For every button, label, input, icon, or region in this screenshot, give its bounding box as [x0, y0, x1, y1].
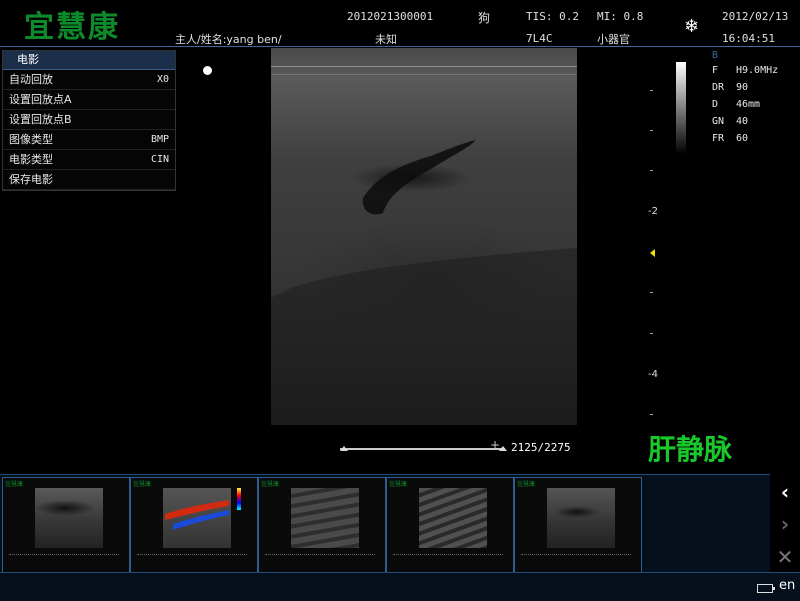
thumbnail-image: [163, 488, 231, 548]
param-value: 46mm: [736, 99, 761, 110]
snowflake-icon[interactable]: ❄: [684, 16, 699, 37]
depth-label: -2: [648, 206, 658, 217]
menu-item-image-type[interactable]: 图像类型 BMP: [3, 130, 175, 150]
thumbnail-logo: 宜慧康: [5, 481, 24, 488]
owner-name: 主人/姓名:yang ben/: [175, 33, 282, 46]
thumbnail-logo: 宜慧康: [261, 481, 280, 488]
thumbnail-image: [291, 488, 359, 548]
depth-label: -4: [648, 369, 658, 380]
param-value: H9.0MHz: [736, 65, 779, 76]
probe-name: 7L4C: [526, 32, 553, 45]
menu-item-label: 图像类型: [9, 133, 53, 146]
menu-item-value: CIN: [150, 154, 169, 165]
cine-frame-counter: 2125/2275: [511, 441, 571, 454]
patient-id: 2012021300001: [347, 10, 434, 23]
exam-time: 16:04:51: [722, 32, 775, 45]
thumbnail-image: [547, 488, 615, 548]
cine-menu: 电影 自动回放 X0 设置回放点A 设置回放点B 图像类型 BMP 电影类型 C…: [2, 50, 176, 191]
thumbnail-logo: 宜慧康: [517, 481, 536, 488]
ultrasound-image[interactable]: [271, 48, 577, 425]
hepatic-vein-echo: [271, 140, 577, 425]
menu-item-label: 设置回放点A: [9, 93, 72, 106]
probe-orientation-dot: [203, 66, 212, 75]
thumbnail-logo: 宜慧康: [389, 481, 408, 488]
chevron-right-icon[interactable]: ›: [774, 512, 796, 536]
thumbnail-image: [419, 488, 487, 548]
param-value: 60: [736, 133, 749, 144]
thumbnail-strip: 宜慧康 宜慧康 宜慧康 宜慧康 宜慧康: [0, 474, 770, 573]
brand-logo: 宜慧康: [24, 10, 120, 45]
cine-start-marker-icon[interactable]: [340, 446, 348, 451]
param-key: FR: [712, 133, 725, 144]
grayscale-bar: [676, 62, 686, 154]
exam-preset: 小器官: [597, 33, 630, 46]
thumbnail-image: [35, 488, 103, 548]
status-bar: en: [0, 572, 800, 601]
param-row: F H9.0MHz: [712, 62, 778, 79]
imaging-mode: B: [712, 50, 719, 61]
menu-item-auto-replay[interactable]: 自动回放 X0: [3, 70, 175, 90]
imaging-params: B F H9.0MHz DR 90 D 46mm GN 40 FR 60: [712, 50, 778, 147]
header-divider: [0, 46, 800, 47]
menu-item-set-point-a[interactable]: 设置回放点A: [3, 90, 175, 110]
menu-item-save-cine[interactable]: 保存电影: [3, 170, 175, 190]
language-indicator[interactable]: en: [779, 578, 795, 593]
color-scale-bar: [237, 488, 241, 510]
tis-value: TIS: 0.2: [526, 10, 579, 23]
menu-item-label: 电影类型: [9, 153, 53, 166]
chevron-left-icon[interactable]: ‹: [774, 480, 796, 504]
param-row: DR 90: [712, 79, 778, 96]
menu-title: 电影: [3, 51, 175, 70]
param-key: F: [712, 65, 719, 76]
header-bar: 宜慧康 2012021300001 狗 TIS: 0.2 MI: 0.8 201…: [0, 0, 800, 48]
close-icon[interactable]: ✕: [774, 545, 796, 569]
cine-progress-track[interactable]: [340, 448, 505, 450]
cine-end-marker-icon[interactable]: [499, 446, 507, 451]
thumbnail-logo: 宜慧康: [133, 481, 152, 488]
menu-item-label: 设置回放点B: [9, 113, 72, 126]
gender-label: 未知: [375, 33, 397, 46]
species-label: 狗: [478, 11, 491, 25]
menu-item-label: 自动回放: [9, 73, 53, 86]
menu-item-value: BMP: [150, 134, 169, 145]
param-row: D 46mm: [712, 96, 778, 113]
focus-marker-icon[interactable]: [650, 249, 655, 257]
menu-item-label: 保存电影: [9, 173, 53, 186]
param-key: DR: [712, 82, 725, 93]
thumbnail[interactable]: 宜慧康: [130, 477, 258, 573]
mi-value: MI: 0.8: [597, 10, 644, 23]
thumbnail[interactable]: 宜慧康: [386, 477, 514, 573]
param-row: FR 60: [712, 130, 778, 147]
param-value: 90: [736, 82, 749, 93]
param-row: GN 40: [712, 113, 778, 130]
battery-icon: [757, 584, 775, 593]
thumbnail[interactable]: 宜慧康: [2, 477, 130, 573]
param-key: GN: [712, 116, 725, 127]
menu-item-cine-type[interactable]: 电影类型 CIN: [3, 150, 175, 170]
param-value: 40: [736, 116, 749, 127]
body-mark-annotation[interactable]: 肝静脉: [648, 428, 732, 468]
exam-date: 2012/02/13: [722, 10, 789, 23]
menu-item-set-point-b[interactable]: 设置回放点B: [3, 110, 175, 130]
thumbnail[interactable]: 宜慧康: [514, 477, 642, 573]
thumbnail[interactable]: 宜慧康: [258, 477, 386, 573]
param-key: D: [712, 99, 719, 110]
menu-item-value: X0: [156, 74, 169, 85]
